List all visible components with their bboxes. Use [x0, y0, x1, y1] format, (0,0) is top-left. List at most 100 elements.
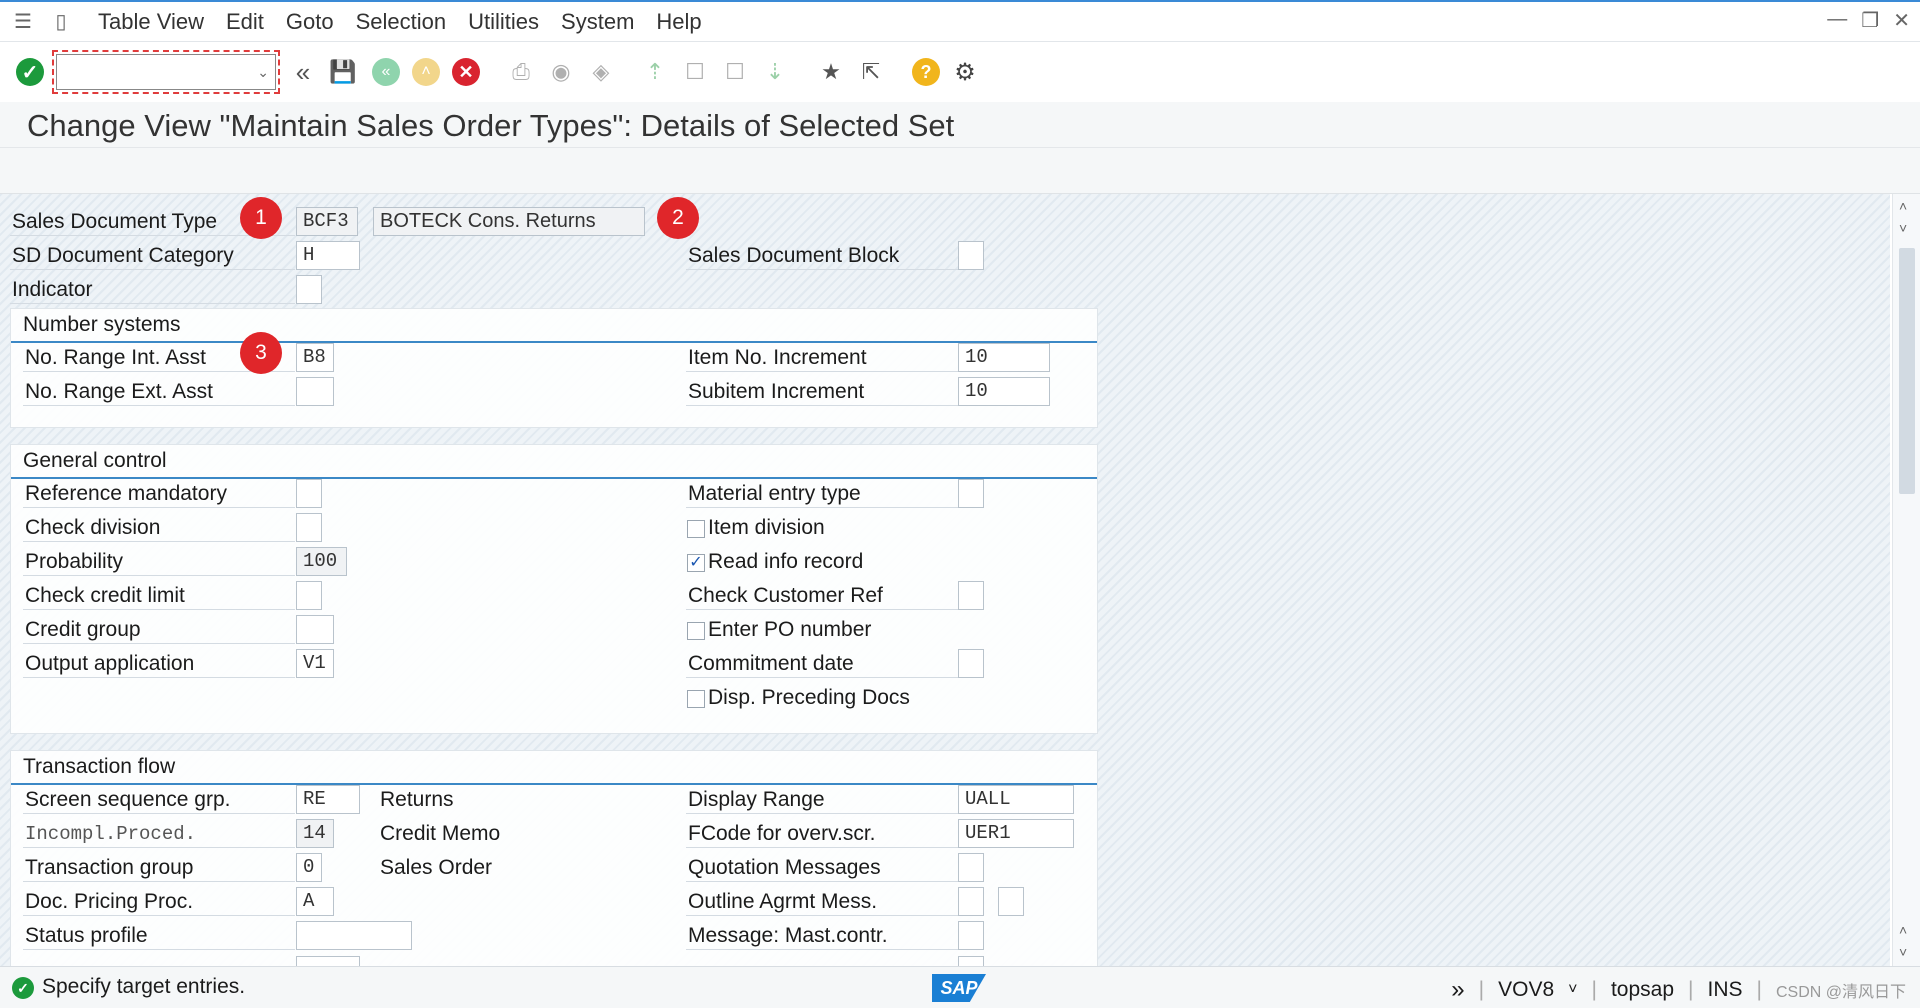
probability-field[interactable]: 100	[296, 547, 347, 576]
last-page-icon[interactable]: ⇣	[760, 57, 790, 87]
status-profile-field[interactable]	[296, 921, 412, 950]
print-icon[interactable]: ⎙	[506, 57, 536, 87]
chevron-down-icon[interactable]: ⌄	[257, 64, 269, 81]
no-range-ext-field[interactable]	[296, 377, 334, 406]
up-arrow-icon[interactable]: ˄	[412, 58, 440, 86]
system-name: topsap	[1610, 978, 1675, 1001]
sales-document-type-field[interactable]: BCF3	[296, 207, 358, 236]
sales-document-type-text: BOTECK Cons. Returns	[373, 207, 645, 236]
credit-group-field[interactable]	[296, 615, 334, 644]
menu-goto[interactable]: Goto	[286, 9, 334, 35]
vertical-scrollbar[interactable]: ˄ ˅ ˄ ˅	[1892, 194, 1920, 966]
screen-sequence-field[interactable]: RE	[296, 785, 360, 814]
binoculars-plus-icon[interactable]: ◈	[586, 57, 616, 87]
sd-document-category-field[interactable]: H	[296, 241, 360, 270]
outline-agrmt-field-2[interactable]	[998, 887, 1024, 916]
cancel-icon[interactable]: ✕	[452, 58, 480, 86]
menu-table-view[interactable]: Table View	[98, 9, 204, 35]
status-info: » | VOV8 ˅ | topsap | INS | CSDN @清风日下	[1451, 976, 1906, 1004]
save-icon[interactable]: 💾	[328, 57, 358, 87]
doc-pricing-label: Doc. Pricing Proc.	[23, 888, 295, 916]
outline-agrmt-field[interactable]	[958, 887, 984, 916]
check-credit-limit-field[interactable]	[296, 581, 322, 610]
menu-icon[interactable]: ☰	[8, 7, 38, 37]
subitem-increment-field[interactable]: 10	[958, 377, 1050, 406]
close-icon[interactable]: ✕	[1893, 8, 1910, 33]
checkmark-icon[interactable]: ✓	[16, 58, 44, 86]
transaction-flow-title: Transaction flow	[23, 755, 176, 778]
customize-layout-icon[interactable]: ▯	[46, 7, 76, 37]
material-entry-type-label: Material entry type	[686, 480, 958, 508]
item-division-checkbox[interactable]	[687, 520, 705, 538]
output-application-field[interactable]: V1	[296, 649, 334, 678]
outline-agrmt-label: Outline Agrmt Mess.	[686, 888, 958, 916]
group-divider	[11, 477, 1097, 479]
help-icon[interactable]: ?	[912, 58, 940, 86]
badge-3: 3	[240, 332, 282, 374]
shortcut-icon[interactable]: ⇱	[856, 57, 886, 87]
no-range-int-field[interactable]: B8	[296, 343, 334, 372]
read-info-record-checkbox[interactable]: ✓	[687, 554, 705, 572]
command-field[interactable]: ⌄	[52, 50, 280, 94]
title-bar: Change View "Maintain Sales Order Types"…	[0, 102, 1920, 148]
scroll-down-small-icon[interactable]: ˅	[1899, 220, 1907, 236]
incompl-proced-text: Credit Memo	[380, 822, 501, 845]
scroll-up-bottom-icon[interactable]: ˄	[1899, 922, 1907, 938]
commitment-date-field[interactable]	[958, 649, 984, 678]
cut-off-field[interactable]	[296, 956, 360, 966]
transaction-group-field[interactable]: 0	[296, 853, 322, 882]
scroll-down-icon[interactable]: ˅	[1899, 944, 1907, 960]
item-no-increment-field[interactable]: 10	[958, 343, 1050, 372]
reference-mandatory-field[interactable]	[296, 479, 322, 508]
material-entry-type-field[interactable]	[958, 479, 984, 508]
enter-po-number-checkbox[interactable]	[687, 622, 705, 640]
check-credit-limit-label: Check credit limit	[23, 582, 295, 610]
binoculars-icon[interactable]: ◉	[546, 57, 576, 87]
minimize-icon[interactable]: —	[1827, 8, 1847, 33]
chevron-down-icon[interactable]: ˅	[1568, 981, 1577, 999]
cut-off-field-2[interactable]	[958, 956, 984, 966]
message-mast-field[interactable]	[958, 921, 984, 950]
application-toolbar	[0, 148, 1920, 194]
double-right-arrow-icon[interactable]: »	[1451, 976, 1464, 1004]
restore-icon[interactable]: ❐	[1861, 8, 1879, 33]
menu-edit[interactable]: Edit	[226, 9, 264, 35]
general-control-title: General control	[23, 449, 167, 472]
check-division-field[interactable]	[296, 513, 322, 542]
check-customer-ref-field[interactable]	[958, 581, 984, 610]
window-controls: — ❐ ✕	[1827, 8, 1910, 33]
menu-help[interactable]: Help	[656, 9, 701, 35]
scroll-up-icon[interactable]: ˄	[1899, 198, 1907, 214]
fcode-field[interactable]: UER1	[958, 819, 1074, 848]
menu-system[interactable]: System	[561, 9, 634, 35]
sap-logo: SAP	[932, 974, 986, 1002]
badge-1: 1	[240, 197, 282, 239]
display-range-field[interactable]: UALL	[958, 785, 1074, 814]
watermark: CSDN @清风日下	[1775, 984, 1906, 1001]
check-customer-ref-label: Check Customer Ref	[686, 582, 958, 610]
doc-pricing-field[interactable]: A	[296, 887, 334, 916]
disp-preceding-docs-checkbox[interactable]	[687, 690, 705, 708]
input-mode: INS	[1707, 978, 1743, 1001]
next-page-icon[interactable]: ☐	[720, 57, 750, 87]
exit-icon[interactable]: «	[372, 58, 400, 86]
probability-label: Probability	[23, 548, 295, 576]
group-divider	[11, 341, 1097, 343]
no-range-ext-label: No. Range Ext. Asst	[23, 378, 295, 406]
previous-page-icon[interactable]: ☐	[680, 57, 710, 87]
quotation-messages-field[interactable]	[958, 853, 984, 882]
double-left-arrow-icon[interactable]: «	[288, 57, 318, 87]
number-systems-title: Number systems	[23, 313, 181, 336]
scrollbar-thumb[interactable]	[1899, 248, 1915, 494]
menu-utilities[interactable]: Utilities	[468, 9, 539, 35]
reference-mandatory-label: Reference mandatory	[23, 480, 295, 508]
menu-selection[interactable]: Selection	[356, 9, 447, 35]
sales-document-block-field[interactable]	[958, 241, 984, 270]
incompl-proced-field[interactable]: 14	[296, 819, 334, 848]
indicator-field[interactable]	[296, 275, 322, 304]
success-icon: ✓	[12, 977, 34, 999]
gear-icon[interactable]: ⚙	[950, 57, 980, 87]
new-session-icon[interactable]: ★	[816, 57, 846, 87]
status-bar: ✓ Specify target entries. SAP » | VOV8 ˅…	[0, 966, 1920, 1008]
first-page-icon[interactable]: ⇡	[640, 57, 670, 87]
